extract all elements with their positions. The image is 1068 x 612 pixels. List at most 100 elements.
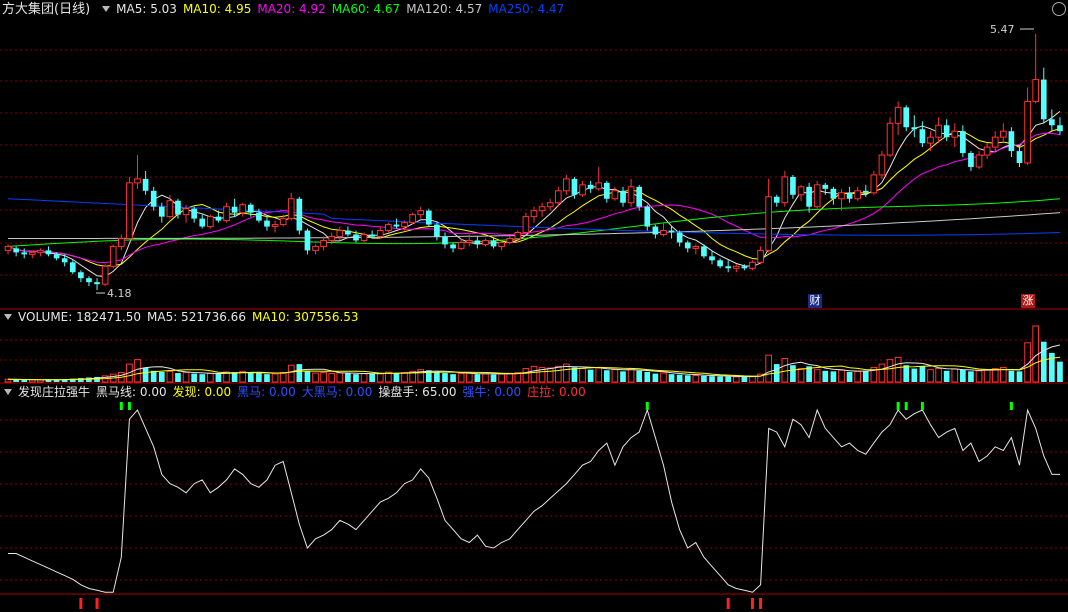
volume-bar xyxy=(360,373,368,383)
volume-bar xyxy=(320,371,327,383)
candle-body xyxy=(838,192,845,200)
volume-bar xyxy=(1040,341,1047,382)
candle-body xyxy=(611,190,619,200)
candle-body xyxy=(894,106,902,124)
candle-body xyxy=(360,233,368,241)
candle-body xyxy=(522,216,530,234)
candle-body xyxy=(595,182,603,190)
volume-bar xyxy=(709,376,715,382)
candle-body xyxy=(1040,79,1047,120)
candle-body xyxy=(975,154,983,168)
candle-body xyxy=(506,237,514,243)
candle-body xyxy=(465,239,473,243)
volume-bar xyxy=(393,373,400,382)
volume-bar xyxy=(376,372,384,383)
candle-body xyxy=(287,198,295,220)
top-signal-marker xyxy=(127,402,131,410)
candle-body xyxy=(109,245,117,267)
volume-bar xyxy=(21,379,28,382)
candle-body xyxy=(822,184,829,189)
candle-body xyxy=(142,178,149,191)
volume-bar xyxy=(191,373,197,382)
volume-bar xyxy=(968,371,974,382)
volume-bar xyxy=(991,368,999,383)
volume-bar xyxy=(620,371,626,382)
candle-body xyxy=(450,244,456,249)
candle-body xyxy=(571,178,578,195)
candle-body xyxy=(353,234,359,241)
candle-body xyxy=(207,216,214,228)
candle-body xyxy=(668,230,675,233)
candle-body xyxy=(538,206,546,212)
candle-body xyxy=(717,260,723,267)
volume-bar xyxy=(943,370,950,382)
volume-bar xyxy=(199,374,206,382)
candle-body xyxy=(457,241,465,249)
candle-body xyxy=(296,198,303,231)
volume-bar xyxy=(676,374,683,382)
candle-body xyxy=(134,178,141,184)
volume-bar xyxy=(465,372,473,383)
volume-bar xyxy=(304,371,311,382)
volume-bar xyxy=(28,379,36,383)
candle-body xyxy=(401,222,408,228)
volume-bar xyxy=(1057,361,1063,382)
volume-bar xyxy=(886,359,894,383)
volume-bar xyxy=(482,373,489,383)
candle-body xyxy=(417,210,425,216)
candle-body xyxy=(474,240,481,245)
volume-bar xyxy=(862,370,869,382)
volume-bar xyxy=(732,376,740,383)
volume-bar xyxy=(684,375,691,382)
candle-body xyxy=(1032,79,1040,102)
volume-bar xyxy=(919,366,926,382)
volume-bar xyxy=(813,369,821,383)
volume-bar xyxy=(182,371,190,383)
candle-body xyxy=(806,186,812,207)
candle-body xyxy=(886,122,894,156)
candle-body xyxy=(903,107,910,128)
indicator-line xyxy=(8,408,1060,593)
volume-bar xyxy=(150,370,157,382)
candle-body xyxy=(434,224,440,237)
kline-chart[interactable]: 5.47 4.18 xyxy=(0,0,1068,612)
candle-body xyxy=(117,237,125,247)
candle-body xyxy=(660,230,667,235)
volume-bar xyxy=(134,359,141,383)
candle-body xyxy=(554,190,562,204)
candle-body xyxy=(21,252,28,255)
candle-body xyxy=(960,131,966,154)
candle-body xyxy=(620,190,626,203)
candle-body xyxy=(919,129,926,144)
volume-bar xyxy=(903,365,910,382)
candle-body xyxy=(854,190,861,200)
finance-tag[interactable]: 财 xyxy=(808,294,822,308)
volume-bar xyxy=(579,368,586,383)
candle-body xyxy=(86,278,92,283)
volume-bar xyxy=(765,354,772,383)
volume-bar xyxy=(1049,352,1055,382)
volume-bar xyxy=(353,374,359,382)
candle-body xyxy=(425,210,432,225)
top-signal-marker xyxy=(920,402,924,410)
volume-bar xyxy=(345,373,351,382)
volume-bar xyxy=(369,373,375,382)
volume-bar xyxy=(846,371,853,382)
candle-body xyxy=(676,232,683,243)
candle-body xyxy=(53,254,60,259)
candle-body xyxy=(215,216,222,221)
candle-body xyxy=(336,230,344,237)
candle-body xyxy=(927,136,934,144)
candle-body xyxy=(749,261,756,269)
candle-body xyxy=(393,224,400,227)
candle-body xyxy=(490,240,497,247)
candle-body xyxy=(579,184,586,196)
candle-body xyxy=(741,266,748,269)
volume-bar xyxy=(838,369,845,383)
limit-up-tag[interactable]: 涨 xyxy=(1021,294,1035,308)
moving-average-lines xyxy=(7,111,1061,278)
volume-bar xyxy=(442,373,448,382)
candle-body xyxy=(813,184,821,208)
volume-bar xyxy=(328,373,336,383)
candle-body xyxy=(385,224,392,232)
